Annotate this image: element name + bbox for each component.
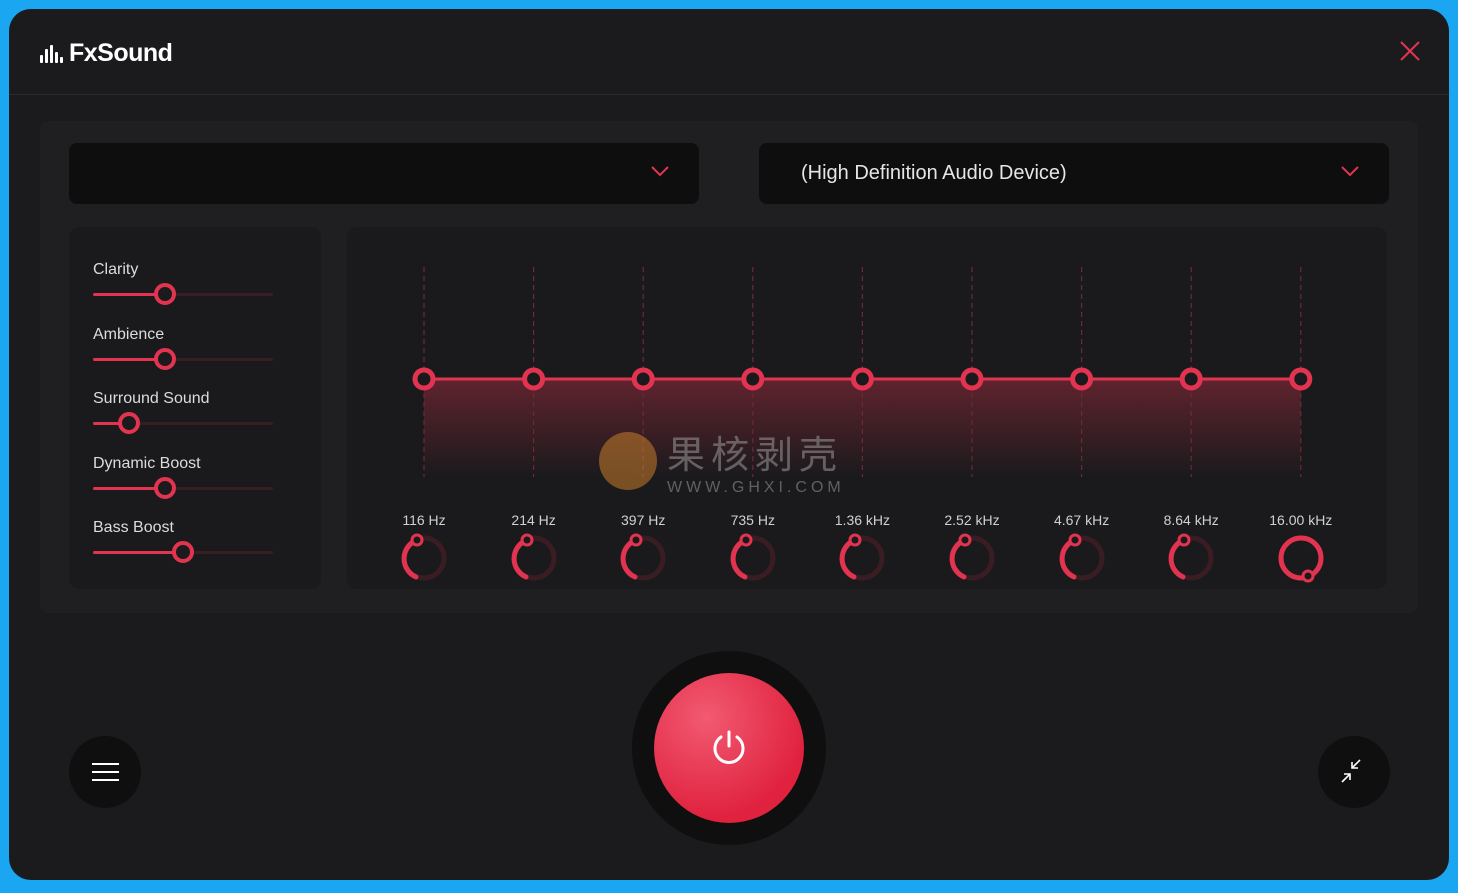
equalizer-panel: 116 Hz 214 Hz 397 Hz 735 Hz 1.36 kHz 2.5… — [347, 227, 1387, 589]
output-device-value: (High Definition Audio Device) — [801, 162, 1067, 184]
equalizer-graph — [412, 267, 1313, 477]
effect-label: Dynamic Boost — [93, 455, 201, 472]
eq-band-handle[interactable] — [1289, 367, 1313, 391]
slider-thumb[interactable] — [154, 477, 176, 499]
effect-clarity: Clarity — [93, 261, 273, 305]
effect-label: Ambience — [93, 326, 165, 343]
eq-band-label: 116 Hz — [402, 512, 446, 528]
slider-thumb[interactable] — [118, 412, 140, 434]
effect-surround-sound: Surround Sound — [93, 390, 273, 434]
effects-panel: Clarity Ambience Surround Sound Dynamic … — [69, 227, 321, 589]
ambience-slider[interactable] — [93, 348, 273, 370]
eq-band-label: 397 Hz — [621, 512, 666, 528]
power-button[interactable] — [654, 673, 804, 823]
eq-band-label: 8.64 kHz — [1163, 512, 1219, 528]
minimize-arrows-icon — [1341, 759, 1361, 783]
eq-band-handle[interactable] — [412, 367, 436, 391]
eq-band-knob[interactable] — [727, 532, 779, 584]
effect-label: Clarity — [93, 261, 139, 278]
slider-thumb[interactable] — [172, 541, 194, 563]
output-device-dropdown[interactable]: (High Definition Audio Device) — [759, 143, 1389, 204]
eq-band-label: 16.00 kHz — [1269, 512, 1333, 528]
chevron-down-icon — [1341, 166, 1359, 177]
eq-band-handle[interactable] — [850, 367, 874, 391]
eq-band-knob[interactable] — [398, 532, 450, 584]
slider-thumb[interactable] — [154, 348, 176, 370]
bass-boost-slider[interactable] — [93, 541, 273, 563]
clarity-slider[interactable] — [93, 283, 273, 305]
eq-band-handle[interactable] — [960, 367, 984, 391]
eq-band-knob[interactable] — [1275, 532, 1327, 584]
eq-band-handle[interactable] — [1070, 367, 1094, 391]
main-panel: (High Definition Audio Device) Clarity A… — [40, 121, 1418, 613]
eq-band-label: 735 Hz — [730, 512, 775, 528]
eq-band-knob[interactable] — [836, 532, 888, 584]
eq-band-label: 1.36 kHz — [834, 512, 891, 528]
eq-band-handle[interactable] — [1179, 367, 1203, 391]
effect-label: Bass Boost — [93, 519, 174, 536]
minimize-button[interactable] — [1318, 736, 1390, 808]
chevron-down-icon — [651, 166, 669, 177]
dynamic-boost-slider[interactable] — [93, 477, 273, 499]
title-bar: FxSound — [9, 9, 1449, 95]
eq-band-handle[interactable] — [741, 367, 765, 391]
eq-band-knob[interactable] — [1165, 532, 1217, 584]
app-logo: FxSound — [40, 39, 173, 68]
logo-bars-icon — [40, 44, 63, 63]
slider-thumb[interactable] — [154, 283, 176, 305]
power-icon — [713, 730, 745, 764]
eq-band-knob[interactable] — [1056, 532, 1108, 584]
close-button[interactable] — [1399, 40, 1421, 62]
close-icon — [1400, 41, 1420, 61]
effect-dynamic-boost: Dynamic Boost — [93, 455, 273, 499]
effect-label: Surround Sound — [93, 390, 210, 407]
app-title: FxSound — [69, 39, 173, 67]
eq-band-label: 214 Hz — [511, 512, 556, 528]
effect-bass-boost: Bass Boost — [93, 519, 273, 563]
eq-band-label: 2.52 kHz — [944, 512, 1000, 528]
eq-band-handle[interactable] — [522, 367, 546, 391]
eq-band-knob[interactable] — [508, 532, 560, 584]
preset-dropdown[interactable] — [69, 143, 699, 204]
surround-sound-slider[interactable] — [93, 412, 273, 434]
eq-band-knob[interactable] — [946, 532, 998, 584]
effect-ambience: Ambience — [93, 326, 273, 370]
eq-band-handle[interactable] — [631, 367, 655, 391]
power-ring — [632, 651, 826, 845]
eq-band-knob[interactable] — [617, 532, 669, 584]
app-window: FxSound (High Definition Audio Device) C… — [9, 9, 1449, 880]
menu-button[interactable] — [69, 736, 141, 808]
eq-band-label: 4.67 kHz — [1053, 512, 1110, 528]
